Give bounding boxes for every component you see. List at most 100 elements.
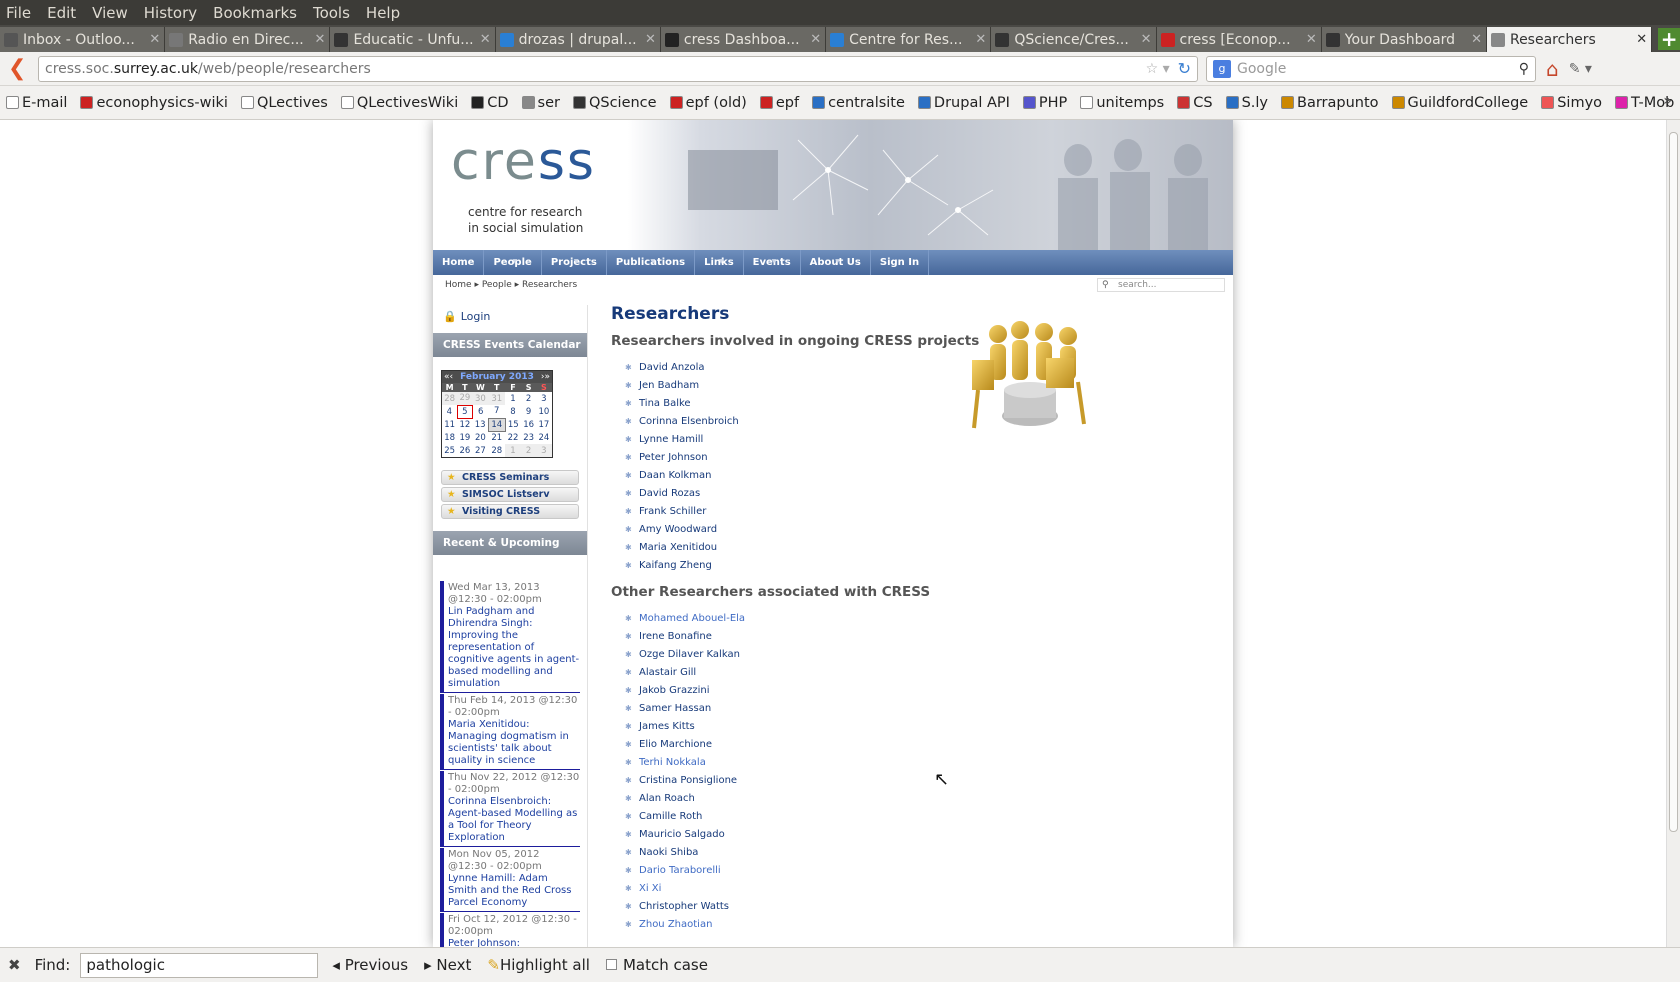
site-nav-publications[interactable]: Publications ▼ xyxy=(607,250,696,275)
match-case-checkbox[interactable]: Match case xyxy=(605,956,708,974)
breadcrumb-item[interactable]: People xyxy=(482,280,512,290)
cress-logo[interactable]: cress xyxy=(451,132,596,192)
calendar-day[interactable]: 4 xyxy=(442,405,457,418)
researcher-link[interactable]: Alastair Gill xyxy=(611,664,1221,682)
site-nav-home[interactable]: Home xyxy=(433,250,485,275)
researcher-link[interactable]: Xi Xi xyxy=(611,880,1221,898)
calendar-day[interactable]: 28 xyxy=(442,392,458,405)
researcher-link[interactable]: Corinna Elsenbroich xyxy=(611,413,1221,431)
bookmark-item[interactable]: QLectives xyxy=(240,95,328,111)
tab-close-icon[interactable]: ✕ xyxy=(315,32,326,47)
bookmark-item[interactable]: Simyo xyxy=(1541,95,1602,111)
researcher-link[interactable]: Frank Schiller xyxy=(611,503,1221,521)
bookmark-item[interactable]: centralsite xyxy=(812,95,905,111)
researcher-link[interactable]: Christopher Watts xyxy=(611,898,1221,916)
bookmark-star-icon[interactable]: ☆ ▾ xyxy=(1146,61,1170,77)
tab-close-icon[interactable]: ✕ xyxy=(1471,32,1482,47)
browser-tab[interactable]: cress Dashboa... ✕ xyxy=(660,27,827,52)
calendar-next-icon[interactable]: ›» xyxy=(541,372,550,382)
event-title[interactable]: Maria Xenitidou: Managing dogmatism in s… xyxy=(448,719,580,767)
login-link[interactable]: 🔒 Login xyxy=(443,310,490,323)
researcher-link[interactable]: James Kitts xyxy=(611,718,1221,736)
addon-menu-icon[interactable]: ✎ ▾ xyxy=(1569,61,1592,77)
event-title[interactable]: Lynne Hamill: Adam Smith and the Red Cro… xyxy=(448,873,580,909)
researcher-link[interactable]: Daan Kolkman xyxy=(611,467,1221,485)
researcher-link[interactable]: Mohamed Abouel-Ela xyxy=(611,610,1221,628)
researcher-link[interactable]: Jakob Grazzini xyxy=(611,682,1221,700)
bookmark-item[interactable]: GuildfordCollege xyxy=(1391,95,1528,111)
browser-tab[interactable]: QScience/Cres... ✕ xyxy=(991,27,1157,52)
tab-close-icon[interactable]: ✕ xyxy=(645,32,656,47)
calendar-day[interactable]: 21 xyxy=(488,431,505,444)
bookmark-item[interactable]: Drupal API xyxy=(917,95,1010,111)
reload-icon[interactable]: ↻ xyxy=(1178,59,1191,78)
researcher-link[interactable]: Camille Roth xyxy=(611,808,1221,826)
researcher-link[interactable]: Zhou Zhaotian xyxy=(611,916,1221,934)
back-icon[interactable]: ❮ xyxy=(8,56,38,81)
browser-tab[interactable]: drozas | drupal... ✕ xyxy=(495,27,661,52)
calendar-day[interactable]: 3 xyxy=(536,444,552,457)
home-icon[interactable]: ⌂ xyxy=(1546,57,1559,81)
calendar-day[interactable]: 11 xyxy=(442,418,457,431)
search-icon[interactable]: ⚲ xyxy=(1519,61,1529,77)
find-previous-button[interactable]: ◂ Previous xyxy=(332,956,408,974)
site-nav-about-us[interactable]: About Us ▼ xyxy=(801,250,871,275)
calendar-day[interactable]: 15 xyxy=(505,418,521,431)
calendar-day[interactable]: 8 xyxy=(505,405,521,418)
tab-close-icon[interactable]: ✕ xyxy=(1636,32,1647,47)
site-nav-people[interactable]: People ▼ xyxy=(484,250,542,275)
google-icon[interactable]: g xyxy=(1213,59,1231,78)
calendar-day[interactable]: 22 xyxy=(505,431,521,444)
bookmarks-overflow-icon[interactable]: » xyxy=(1663,93,1672,109)
calendar-day[interactable]: 20 xyxy=(472,431,488,444)
researcher-link[interactable]: Alan Roach xyxy=(611,790,1221,808)
researcher-link[interactable]: Lynne Hamill xyxy=(611,431,1221,449)
researcher-link[interactable]: David Rozas xyxy=(611,485,1221,503)
calendar-day[interactable]: 5 xyxy=(456,404,473,419)
site-nav-projects[interactable]: Projects ▼ xyxy=(542,250,607,275)
tab-close-icon[interactable]: ✕ xyxy=(480,32,491,47)
site-nav-links[interactable]: Links ▼ xyxy=(695,250,744,275)
tab-close-icon[interactable]: ✕ xyxy=(1306,32,1317,47)
bookmark-item[interactable]: QScience xyxy=(572,95,657,111)
researcher-link[interactable]: David Anzola xyxy=(611,359,1221,377)
calendar-day[interactable]: 26 xyxy=(457,444,472,457)
browser-tab[interactable]: Researchers ✕ xyxy=(1486,27,1653,52)
browser-tab[interactable]: Centre for Res... ✕ xyxy=(826,27,992,52)
calendar-day[interactable]: 2 xyxy=(520,444,537,457)
bookmark-item[interactable]: CD xyxy=(471,95,509,111)
calendar-prev-icon[interactable]: «‹ xyxy=(444,372,453,382)
tab-close-icon[interactable]: ✕ xyxy=(810,32,821,47)
researcher-link[interactable]: Dario Taraborelli xyxy=(611,862,1221,880)
event-title[interactable]: Corinna Elsenbroich: Agent-based Modelli… xyxy=(448,796,580,844)
bookmark-item[interactable]: unitemps xyxy=(1080,95,1164,111)
researcher-link[interactable]: Peter Johnson xyxy=(611,449,1221,467)
calendar-day[interactable]: 18 xyxy=(442,431,457,444)
calendar-day[interactable]: 13 xyxy=(472,418,488,431)
calendar-day[interactable]: 12 xyxy=(457,418,472,431)
calendar-day[interactable]: 9 xyxy=(521,405,536,418)
calendar-day[interactable]: 17 xyxy=(536,418,551,431)
close-find-icon[interactable]: ✖ xyxy=(8,956,21,974)
menu-item-history[interactable]: History xyxy=(144,4,197,22)
site-nav-events[interactable]: Events ▼ xyxy=(744,250,801,275)
calendar-day[interactable]: 1 xyxy=(505,444,521,457)
researcher-link[interactable]: Irene Bonafine xyxy=(611,628,1221,646)
calendar-day[interactable]: 28 xyxy=(488,444,505,457)
researcher-link[interactable]: Naoki Shiba xyxy=(611,844,1221,862)
researcher-link[interactable]: Ozge Dilaver Kalkan xyxy=(611,646,1221,664)
calendar-day[interactable]: 3 xyxy=(536,392,551,405)
sidebar-link[interactable]: ★ CRESS Seminars xyxy=(441,470,579,485)
event-title[interactable]: Lin Padgham and Dhirendra Singh: Improvi… xyxy=(448,606,580,690)
researcher-link[interactable]: Samer Hassan xyxy=(611,700,1221,718)
calendar-day[interactable]: 27 xyxy=(472,444,488,457)
menu-item-view[interactable]: View xyxy=(92,4,128,22)
bookmark-item[interactable]: E-mail xyxy=(6,95,67,111)
bookmark-item[interactable]: Barrapunto xyxy=(1281,95,1379,111)
browser-tab[interactable]: Radio en Direc... ✕ xyxy=(165,27,331,52)
researcher-link[interactable]: Jen Badham xyxy=(611,377,1221,395)
menu-item-file[interactable]: File xyxy=(6,4,31,22)
researcher-link[interactable]: Mauricio Salgado xyxy=(611,826,1221,844)
calendar-day[interactable]: 25 xyxy=(442,444,457,457)
find-next-button[interactable]: ▸ Next xyxy=(424,956,471,974)
